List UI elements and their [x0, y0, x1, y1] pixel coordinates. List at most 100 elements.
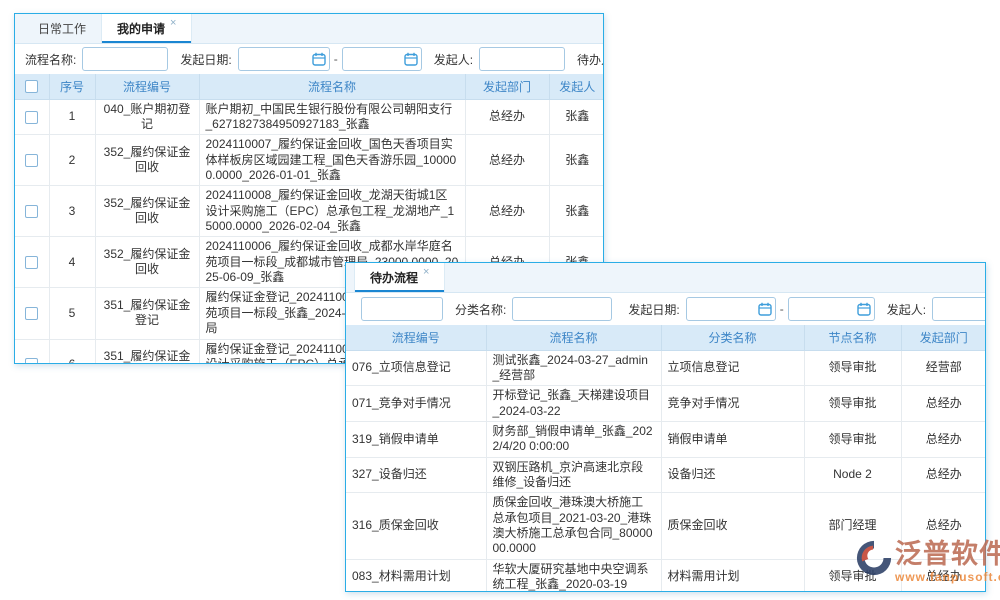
cell-dept: 总经办 [901, 386, 986, 422]
col-category-name: 分类名称 [661, 325, 804, 350]
table-header-row: 流程编号 流程名称 分类名称 节点名称 发起部门 [346, 325, 986, 350]
category-name-input[interactable] [512, 297, 612, 321]
cell-node: 领导审批 [804, 559, 901, 592]
calendar-icon[interactable] [404, 52, 418, 66]
table-row[interactable]: 3 352_履约保证金回收 2024110008_履约保证金回收_龙湖天街城1区… [15, 186, 604, 237]
cell-seq: 5 [49, 288, 95, 339]
col-start-dept: 发起部门 [901, 325, 986, 350]
row-checkbox[interactable] [25, 154, 38, 167]
cell-code: 327_设备归还 [346, 457, 486, 493]
start-date-label: 发起日期: [628, 301, 679, 318]
col-process-code: 流程编号 [95, 74, 199, 99]
row-checkbox[interactable] [25, 111, 38, 124]
col-start-dept: 发起部门 [465, 74, 549, 99]
tab-my-applications[interactable]: 我的申请 × [101, 14, 192, 43]
assignee-label: 待办人: [577, 51, 604, 68]
cell-starter: 张鑫 [549, 186, 604, 237]
cell-dept: 总经办 [901, 421, 986, 457]
tab-pending-processes[interactable]: 待办流程 × [354, 263, 445, 292]
cell-name: 华软大厦研究基地中央空调系统工程_张鑫_2020-03-19 [486, 559, 661, 592]
table-row[interactable]: 076_立项信息登记 测试张鑫_2024-03-27_admin_经营部 立项信… [346, 350, 986, 386]
cell-name: 账户期初_中国民生银行股份有限公司朝阳支行_627182738495092718… [199, 99, 465, 135]
starter-input[interactable] [932, 297, 986, 321]
cell-name: 财务部_销假申请单_张鑫_2022/4/20 0:00:00 [486, 421, 661, 457]
col-starter: 发起人 [549, 74, 604, 99]
back-panel-tabbar: 日常工作 我的申请 × [15, 14, 603, 44]
front-panel-tabbar: 待办流程 × [346, 263, 985, 293]
cell-code: 352_履约保证金回收 [95, 135, 199, 186]
close-icon[interactable]: × [170, 17, 176, 29]
cell-node: 领导审批 [804, 421, 901, 457]
cell-category: 设备归还 [661, 457, 804, 493]
cell-name: 双钢压路机_京沪高速北京段维修_设备归还 [486, 457, 661, 493]
cell-seq: 6 [49, 339, 95, 364]
calendar-icon[interactable] [758, 302, 772, 316]
col-process-code: 流程编号 [346, 325, 486, 350]
calendar-icon[interactable] [857, 302, 871, 316]
front-filter-bar: 分类名称: 发起日期: - 发起人: [346, 293, 985, 325]
cell-name: 2024110008_履约保证金回收_龙湖天街城1区设计采购施工（EPC）总承包… [199, 186, 465, 237]
row-checkbox[interactable] [25, 256, 38, 269]
table-row[interactable]: 316_质保金回收 质保金回收_港珠澳大桥施工总承包项目_2021-03-20_… [346, 493, 986, 559]
cell-name: 质保金回收_港珠澳大桥施工总承包项目_2021-03-20_港珠澳大桥施工总承包… [486, 493, 661, 559]
process-name-input[interactable] [361, 297, 443, 321]
process-name-input[interactable] [82, 47, 168, 71]
close-icon[interactable]: × [423, 266, 429, 278]
select-all-header [15, 74, 49, 99]
cell-node: Node 2 [804, 457, 901, 493]
cell-starter: 张鑫 [549, 99, 604, 135]
cell-code: 083_材料需用计划 [346, 559, 486, 592]
select-all-checkbox[interactable] [25, 80, 38, 93]
cell-code: 071_竞争对手情况 [346, 386, 486, 422]
col-process-name: 流程名称 [486, 325, 661, 350]
cell-node: 领导审批 [804, 350, 901, 386]
process-name-label: 流程名称: [25, 51, 76, 68]
pending-processes-panel: 待办流程 × 分类名称: 发起日期: - 发起人: 流程编号 流程名称 分类名称… [345, 262, 986, 592]
col-node-name: 节点名称 [804, 325, 901, 350]
tab-daily-work-label: 日常工作 [38, 20, 86, 37]
cell-dept: 总经办 [901, 457, 986, 493]
cell-node: 部门经理 [804, 493, 901, 559]
cell-category: 竞争对手情况 [661, 386, 804, 422]
calendar-icon[interactable] [312, 52, 326, 66]
tab-my-applications-label: 我的申请 [117, 20, 165, 37]
date-range-separator: - [334, 52, 338, 66]
cell-category: 立项信息登记 [661, 350, 804, 386]
cell-name: 测试张鑫_2024-03-27_admin_经营部 [486, 350, 661, 386]
row-checkbox[interactable] [25, 358, 38, 364]
cell-code: 351_履约保证金登记 [95, 339, 199, 364]
start-date-label: 发起日期: [180, 51, 231, 68]
col-process-name: 流程名称 [199, 74, 465, 99]
cell-dept: 总经办 [901, 559, 986, 592]
cell-code: 352_履约保证金回收 [95, 186, 199, 237]
cell-code: 351_履约保证金登记 [95, 288, 199, 339]
cell-seq: 1 [49, 99, 95, 135]
cell-seq: 4 [49, 237, 95, 288]
cell-dept: 总经办 [465, 186, 549, 237]
cell-seq: 2 [49, 135, 95, 186]
starter-label: 发起人: [434, 51, 473, 68]
row-checkbox[interactable] [25, 307, 38, 320]
cell-category: 质保金回收 [661, 493, 804, 559]
cell-category: 材料需用计划 [661, 559, 804, 592]
cell-name: 2024110007_履约保证金回收_国色天香项目实体样板房区域园建工程_国色天… [199, 135, 465, 186]
cell-dept: 总经办 [901, 493, 986, 559]
table-row[interactable]: 1 040_账户期初登记 账户期初_中国民生银行股份有限公司朝阳支行_62718… [15, 99, 604, 135]
cell-seq: 3 [49, 186, 95, 237]
col-seq: 序号 [49, 74, 95, 99]
table-row[interactable]: 319_销假申请单 财务部_销假申请单_张鑫_2022/4/20 0:00:00… [346, 421, 986, 457]
category-name-label: 分类名称: [455, 301, 506, 318]
cell-dept: 总经办 [465, 135, 549, 186]
back-filter-bar: 流程名称: 发起日期: - 发起人: 待办人: [15, 44, 603, 74]
cell-category: 销假申请单 [661, 421, 804, 457]
cell-code: 352_履约保证金回收 [95, 237, 199, 288]
table-row[interactable]: 2 352_履约保证金回收 2024110007_履约保证金回收_国色天香项目实… [15, 135, 604, 186]
row-checkbox[interactable] [25, 205, 38, 218]
table-header-row: 序号 流程编号 流程名称 发起部门 发起人 [15, 74, 604, 99]
table-row[interactable]: 083_材料需用计划 华软大厦研究基地中央空调系统工程_张鑫_2020-03-1… [346, 559, 986, 592]
starter-input[interactable] [479, 47, 565, 71]
tab-daily-work[interactable]: 日常工作 [23, 14, 101, 43]
table-row[interactable]: 071_竞争对手情况 开标登记_张鑫_天梯建设项目_2024-03-22 竞争对… [346, 386, 986, 422]
starter-label: 发起人: [887, 301, 926, 318]
table-row[interactable]: 327_设备归还 双钢压路机_京沪高速北京段维修_设备归还 设备归还 Node … [346, 457, 986, 493]
